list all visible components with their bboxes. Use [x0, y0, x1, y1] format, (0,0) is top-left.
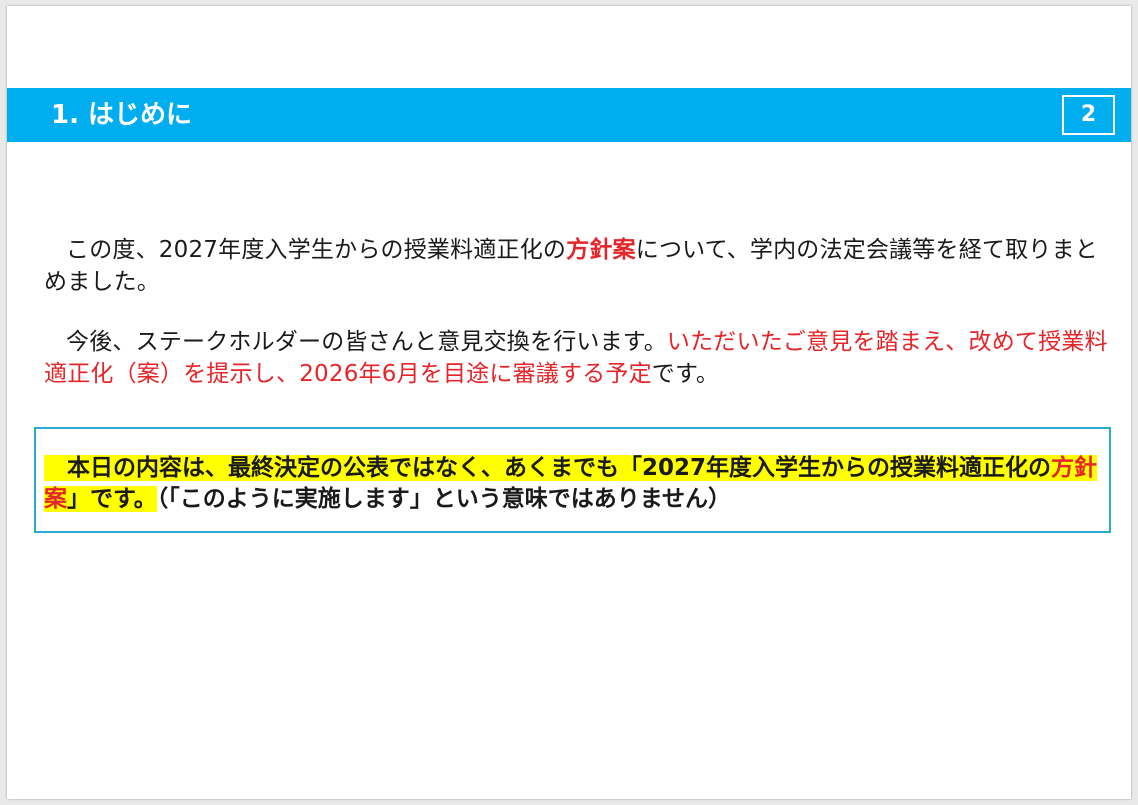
title-bar: 1. はじめに 2 — [7, 88, 1131, 142]
next-steps-paragraph: 今後、ステークホルダーの皆さんと意見交換を行います。いただいたご意見を踏まえ、改… — [44, 326, 1119, 390]
notice-note: （「このように実施します」という意味ではありません） — [156, 486, 732, 512]
notice-text-1: 本日の内容は、最終決定の公表ではなく、あくまでも「2027年度入学生からの授業料… — [67, 455, 1052, 481]
intro-emphasis: 方針案 — [566, 237, 636, 263]
page-number: 2 — [1062, 95, 1115, 135]
notice-callout-box: 本日の内容は、最終決定の公表ではなく、あくまでも「2027年度入学生からの授業料… — [34, 427, 1111, 533]
intro-text-1: この度、2027年度入学生からの授業料適正化の — [66, 237, 567, 263]
notice-text-2: 」です。 — [67, 486, 157, 512]
intro-paragraph: この度、2027年度入学生からの授業料適正化の方針案について、学内の法定会議等を… — [44, 234, 1119, 298]
next-steps-text-1: 今後、ステークホルダーの皆さんと意見交換を行います。 — [66, 329, 667, 355]
notice-text: 本日の内容は、最終決定の公表ではなく、あくまでも「2027年度入学生からの授業料… — [44, 453, 1106, 515]
next-steps-text-2: です。 — [651, 361, 720, 387]
slide-title: 1. はじめに — [51, 100, 193, 130]
notice-indent — [44, 455, 67, 481]
slide: 1. はじめに 2 この度、2027年度入学生からの授業料適正化の方針案について… — [7, 6, 1131, 799]
